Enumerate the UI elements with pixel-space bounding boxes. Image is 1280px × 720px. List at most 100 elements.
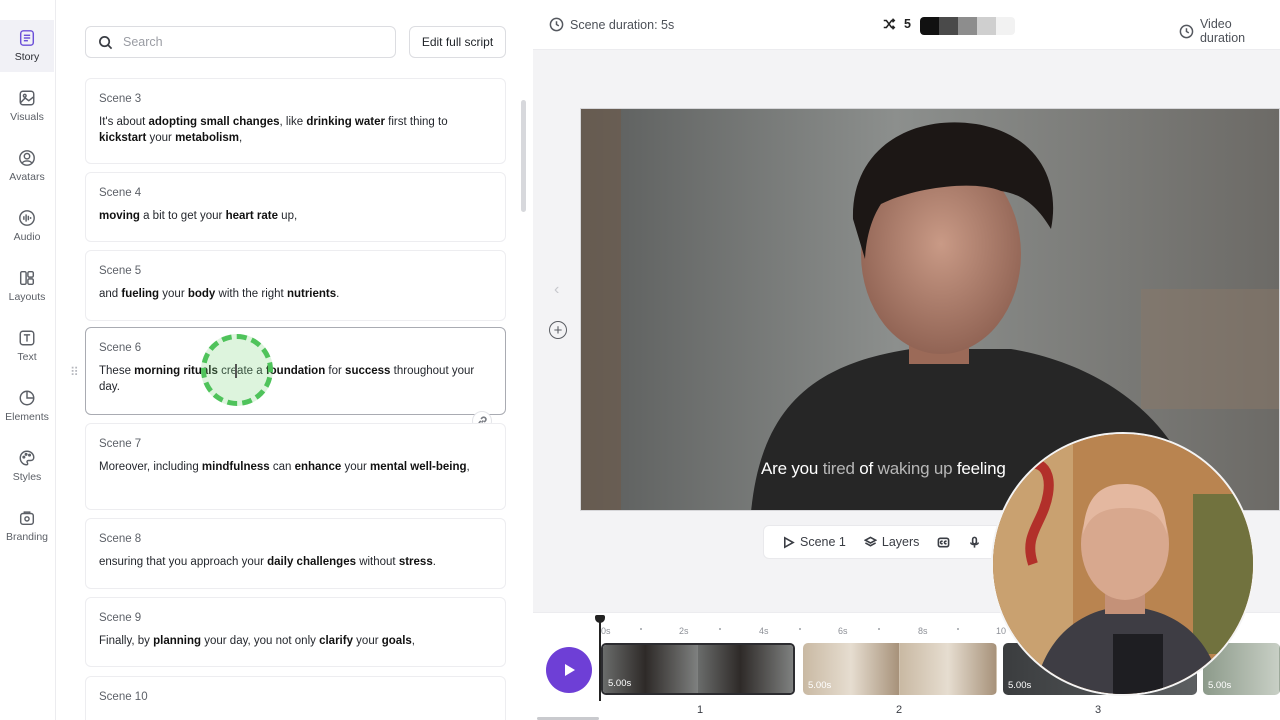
drag-handle-icon[interactable]: ⠿ — [70, 366, 79, 378]
rail-label-text: Text — [17, 351, 37, 363]
play-icon — [565, 664, 575, 676]
scene-card-6[interactable]: Scene 6 These morning rituals create a f… — [85, 327, 506, 415]
rail-item-layouts[interactable]: Layouts — [0, 260, 54, 312]
ruler-dot — [878, 628, 880, 630]
text-cursor — [235, 364, 237, 378]
play-button[interactable] — [546, 647, 592, 693]
clip-number: 2 — [896, 704, 903, 716]
scene-text[interactable]: It's about adopting small changes, like … — [99, 114, 492, 146]
scene-card-5[interactable]: Scene 5 and fueling your body with the r… — [85, 250, 506, 321]
chevron-left-icon[interactable]: ‹ — [554, 281, 559, 299]
rail-label-styles: Styles — [12, 471, 42, 483]
caption-text: Are you tired of waking up feeling — [761, 459, 1006, 479]
caption-word: Are you — [761, 459, 819, 478]
rail-label-elements: Elements — [5, 411, 49, 423]
edit-full-script-button[interactable]: Edit full script — [409, 26, 506, 58]
scene-duration-label: Scene duration: 5s — [570, 17, 675, 32]
clip-thumbnail — [698, 645, 793, 693]
ruler-tick: 10 — [996, 626, 1007, 636]
scene-card-10[interactable]: Scene 10 — [85, 676, 506, 720]
scene-title: Scene 6 — [99, 342, 142, 354]
captions-icon — [938, 537, 950, 547]
ruler-dot — [640, 628, 642, 630]
clock-icon — [1179, 24, 1194, 38]
search-box[interactable] — [85, 26, 396, 58]
shuffle-icon — [883, 18, 896, 30]
ruler-tick: 8s — [918, 626, 928, 636]
scene-text[interactable]: Finally, by planning your day, you not o… — [99, 633, 492, 649]
scene-card-8[interactable]: Scene 8 ensuring that you approach your … — [85, 518, 506, 589]
scene-title: Scene 7 — [99, 438, 142, 450]
swatch[interactable] — [958, 17, 977, 35]
clock-icon — [549, 17, 564, 32]
clip-number: 3 — [1095, 704, 1102, 716]
voice-button[interactable] — [968, 536, 981, 549]
caption-word: of — [854, 459, 874, 478]
clip-duration: 5.00s — [1008, 680, 1032, 691]
clip-thumbnail — [900, 643, 997, 695]
layers-label: Layers — [881, 535, 920, 549]
scene-selector[interactable]: Scene 1 — [782, 535, 846, 549]
rail-item-branding[interactable]: Branding — [0, 500, 54, 552]
scene-title: Scene 8 — [99, 533, 142, 545]
scene-title: Scene 9 — [99, 612, 142, 624]
rail-item-avatars[interactable]: Avatars — [0, 140, 54, 192]
presenter-webcam-overlay — [991, 432, 1255, 696]
layouts-icon — [19, 270, 35, 286]
color-palette-swatches[interactable] — [920, 17, 1015, 35]
scene-card-7[interactable]: Scene 7 Moreover, including mindfulness … — [85, 423, 506, 510]
shuffle-count: 5 — [904, 17, 911, 31]
add-scene-icon[interactable]: + — [549, 321, 567, 339]
ruler-dot — [719, 628, 721, 630]
scene-card-3[interactable]: Scene 3 It's about adopting small change… — [85, 78, 506, 164]
shuffle-control[interactable]: 5 — [882, 17, 911, 31]
rail-item-audio[interactable]: Audio — [0, 200, 54, 252]
swatch[interactable] — [996, 17, 1015, 35]
scene-duration[interactable]: Scene duration: 5s — [549, 17, 674, 32]
rail-item-styles[interactable]: Styles — [0, 440, 54, 492]
scene-card-4[interactable]: Scene 4 moving a bit to get your heart r… — [85, 172, 506, 242]
rail-item-visuals[interactable]: Visuals — [0, 80, 54, 132]
scene-text[interactable]: ensuring that you approach your daily ch… — [99, 554, 492, 570]
ruler-tick: 0s — [601, 626, 611, 636]
rail-item-story[interactable]: Story — [0, 20, 54, 72]
caption-word: feeling — [952, 459, 1006, 478]
timeline-clip-2[interactable]: 5.00s — [803, 643, 997, 695]
elements-icon — [19, 390, 35, 406]
rail-label-branding: Branding — [5, 531, 49, 543]
ruler-tick: 2s — [679, 626, 689, 636]
search-icon — [99, 35, 113, 49]
ruler-dot — [957, 628, 959, 630]
story-icon — [19, 30, 35, 46]
captions-button[interactable] — [937, 536, 950, 549]
swatch[interactable] — [977, 17, 996, 35]
play-outline-icon — [783, 536, 795, 548]
clip-number: 1 — [697, 704, 704, 716]
rail-label-avatars: Avatars — [9, 171, 45, 183]
text-icon — [19, 330, 35, 346]
scene-text[interactable]: moving a bit to get your heart rate up, — [99, 208, 492, 224]
swatch[interactable] — [939, 17, 958, 35]
scene-text[interactable]: These morning rituals create a foundatio… — [99, 363, 492, 395]
layers-button[interactable]: Layers — [863, 535, 920, 549]
search-input[interactable] — [123, 35, 373, 49]
microphone-icon — [970, 536, 980, 548]
panel-scrollbar[interactable] — [521, 100, 526, 212]
scene-card-9[interactable]: Scene 9 Finally, by planning your day, y… — [85, 597, 506, 667]
swatch[interactable] — [920, 17, 939, 35]
scene-selector-label: Scene 1 — [800, 535, 846, 549]
image-icon — [19, 90, 35, 106]
timeline-clip-1[interactable]: 5.00s — [601, 643, 795, 695]
timeline-playhead[interactable] — [595, 615, 605, 701]
rail-label-layouts: Layouts — [8, 291, 46, 303]
editor-topbar: Scene duration: 5s 5 Video duration — [533, 0, 1280, 50]
scene-title: Scene 4 — [99, 187, 142, 199]
scene-text[interactable]: and fueling your body with the right nut… — [99, 286, 492, 302]
rail-label-audio: Audio — [13, 231, 41, 243]
ruler-dot — [799, 628, 801, 630]
rail-item-elements[interactable]: Elements — [0, 380, 54, 432]
avatar-icon — [19, 150, 35, 166]
scene-text[interactable]: Moreover, including mindfulness can enha… — [99, 459, 492, 475]
rail-item-text[interactable]: Text — [0, 320, 54, 372]
video-duration[interactable]: Video duration — [1179, 17, 1280, 45]
